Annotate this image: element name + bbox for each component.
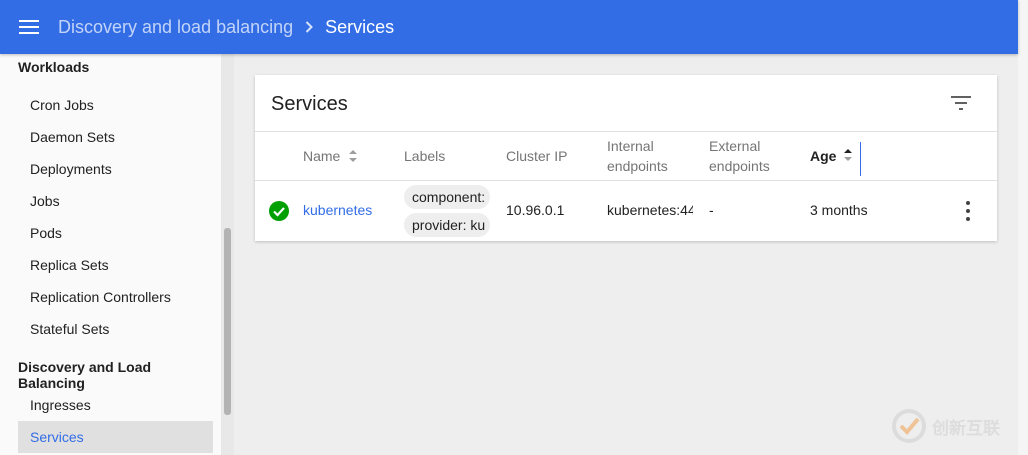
sidebar-item-deployments[interactable]: Deployments <box>18 153 213 185</box>
column-header-cluster-ip: Cluster IP <box>506 148 568 164</box>
menu-icon[interactable] <box>19 20 39 34</box>
sidebar-item-daemon-sets[interactable]: Daemon Sets <box>18 121 213 153</box>
window-edge <box>1018 0 1028 455</box>
label-chip: component: <box>404 185 490 209</box>
sidebar-item-jobs[interactable]: Jobs <box>18 185 213 217</box>
sort-icon[interactable] <box>348 149 358 163</box>
service-name-link[interactable]: kubernetes <box>303 202 372 218</box>
column-header-external-endpoints: External endpoints <box>709 136 770 176</box>
watermark: 创新互联 <box>892 408 1022 444</box>
table-header: Name Labels Cluster IP Internal endpoint… <box>255 131 997 181</box>
column-header-labels: Labels <box>404 148 446 164</box>
sidebar-heading-discovery[interactable]: Discovery and Load Balancing <box>18 359 221 391</box>
sidebar-item-replica-sets[interactable]: Replica Sets <box>18 249 213 281</box>
table-row[interactable]: kubernetes component: provider: ku 10.96… <box>255 181 997 241</box>
column-header-internal-line2: endpoints <box>607 158 668 174</box>
sidebar-item-cron-jobs[interactable]: Cron Jobs <box>18 89 213 121</box>
column-header-internal-endpoints: Internal endpoints <box>607 136 668 176</box>
sidebar: Workloads Cron Jobs Daemon Sets Deployme… <box>0 54 221 455</box>
sidebar-item-services[interactable]: Services <box>18 421 213 453</box>
sidebar-heading-workloads[interactable]: Workloads <box>18 59 89 75</box>
internal-endpoints-value: kubernetes:44 <box>607 202 693 218</box>
column-resize-handle[interactable] <box>860 142 861 176</box>
column-header-internal-line1: Internal <box>607 138 654 154</box>
card-title: Services <box>271 93 348 115</box>
breadcrumb-current: Services <box>325 16 395 37</box>
breadcrumb-parent[interactable]: Discovery and load balancing <box>58 17 293 38</box>
sidebar-scrollbar-thumb[interactable] <box>224 228 231 415</box>
column-header-name[interactable]: Name <box>303 146 340 166</box>
more-vert-icon[interactable] <box>965 201 971 221</box>
filter-icon[interactable] <box>951 96 971 110</box>
sort-icon[interactable] <box>843 148 853 162</box>
age-value: 3 months <box>810 202 868 218</box>
sidebar-item-ingresses[interactable]: Ingresses <box>18 389 213 421</box>
sidebar-item-stateful-sets[interactable]: Stateful Sets <box>18 313 213 345</box>
check-circle-icon <box>269 201 289 221</box>
top-bar: Discovery and load balancing Services <box>0 0 1018 54</box>
column-header-external-line2: endpoints <box>709 158 770 174</box>
cluster-ip-value: 10.96.0.1 <box>506 202 565 218</box>
watermark-logo-icon <box>892 409 926 443</box>
sidebar-item-pods[interactable]: Pods <box>18 217 213 249</box>
column-header-age[interactable]: Age <box>810 146 836 166</box>
sidebar-item-replication-controllers[interactable]: Replication Controllers <box>18 281 213 313</box>
chevron-right-icon <box>305 21 314 33</box>
external-endpoints-value: - <box>709 202 714 218</box>
watermark-text: 创新互联 <box>932 418 1000 438</box>
column-header-external-line1: External <box>709 138 761 154</box>
label-chip: provider: ku <box>404 213 490 237</box>
services-card: Services Name Labels Cluster IP Internal… <box>255 75 997 241</box>
